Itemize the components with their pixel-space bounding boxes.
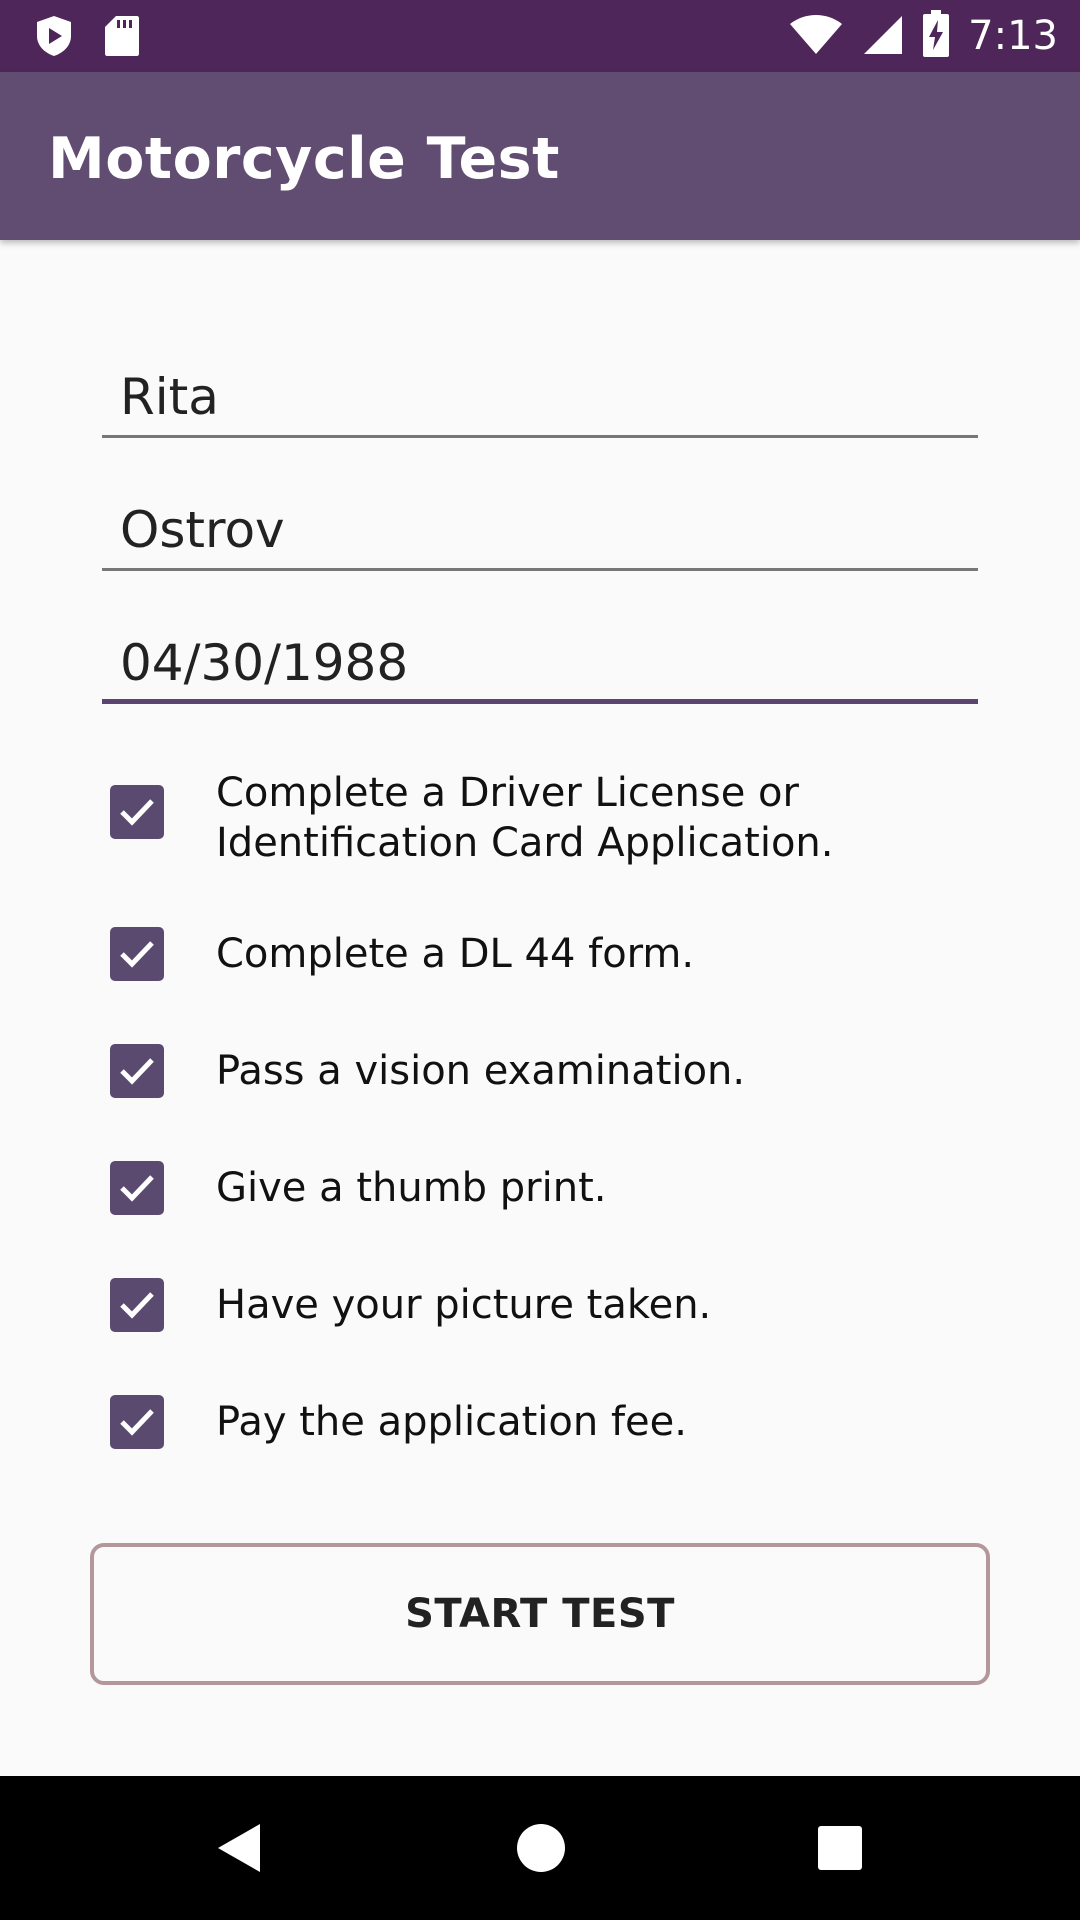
app-bar: Motorcycle Test bbox=[0, 72, 1080, 240]
checkbox[interactable] bbox=[110, 1278, 164, 1332]
checklist-item-label: Pass a vision examination. bbox=[216, 1048, 746, 1094]
checkmark-icon bbox=[120, 941, 154, 968]
checkmark-icon bbox=[120, 1409, 154, 1436]
checkbox[interactable] bbox=[110, 1395, 164, 1449]
birth-date-underline bbox=[102, 699, 978, 704]
status-time: 7:13 bbox=[968, 13, 1058, 59]
checkmark-icon bbox=[120, 799, 154, 826]
play-shield-icon bbox=[34, 14, 74, 62]
checklist-item-label: Complete a DL 44 form. bbox=[216, 931, 695, 977]
first-name-field-container bbox=[102, 362, 978, 438]
back-icon[interactable] bbox=[216, 1822, 262, 1878]
sd-card-icon bbox=[104, 14, 140, 62]
checkbox[interactable] bbox=[110, 1161, 164, 1215]
navigation-bar bbox=[0, 1776, 1080, 1920]
battery-charging-icon bbox=[922, 10, 950, 62]
start-test-button[interactable]: START TEST bbox=[90, 1543, 990, 1685]
last-name-field-container bbox=[102, 495, 978, 571]
birth-date-field-container bbox=[102, 628, 978, 704]
home-icon[interactable] bbox=[516, 1823, 566, 1877]
page-title: Motorcycle Test bbox=[48, 126, 560, 192]
last-name-field[interactable] bbox=[102, 495, 978, 565]
checkmark-icon bbox=[120, 1292, 154, 1319]
status-bar: 7:13 bbox=[0, 0, 1080, 72]
wifi-icon bbox=[788, 12, 844, 60]
first-name-underline bbox=[102, 435, 978, 438]
checkmark-icon bbox=[120, 1175, 154, 1202]
checklist-item-label: Complete a Driver License or Identificat… bbox=[216, 770, 834, 866]
checkmark-icon bbox=[120, 1058, 154, 1085]
checklist-item-label: Have your picture taken. bbox=[216, 1282, 712, 1328]
recents-icon[interactable] bbox=[817, 1825, 863, 1875]
checklist-item-label: Pay the application fee. bbox=[216, 1399, 687, 1445]
birth-date-field[interactable] bbox=[102, 628, 978, 698]
checklist-item-label: Give a thumb print. bbox=[216, 1165, 607, 1211]
checkbox[interactable] bbox=[110, 785, 164, 839]
checkbox[interactable] bbox=[110, 1044, 164, 1098]
first-name-field[interactable] bbox=[102, 362, 978, 432]
last-name-underline bbox=[102, 568, 978, 571]
checkbox[interactable] bbox=[110, 927, 164, 981]
cell-signal-icon bbox=[862, 12, 904, 60]
